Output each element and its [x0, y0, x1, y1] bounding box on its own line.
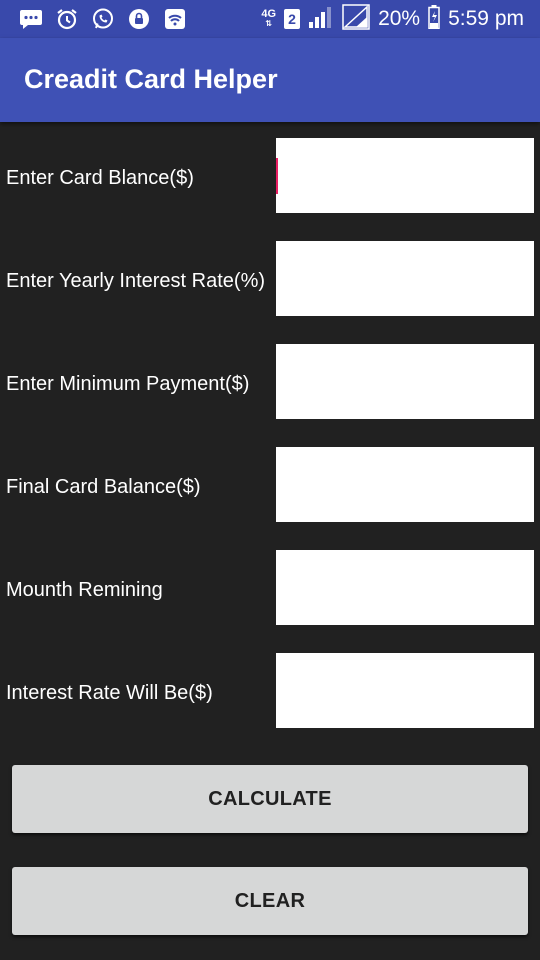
battery-icon — [428, 4, 440, 34]
interest-rate-label: Enter Yearly Interest Rate(%) — [6, 270, 266, 292]
interest-rate-input[interactable] — [276, 241, 534, 316]
app-title: Creadit Card Helper — [24, 64, 278, 94]
whatsapp-icon — [90, 6, 116, 32]
signal-icon — [308, 5, 334, 34]
status-bar: 4G ⇅ 2 20% 5:59 pm — [0, 0, 540, 38]
months-remaining-input[interactable] — [276, 550, 534, 625]
calculate-button[interactable]: CALCULATE — [12, 765, 528, 833]
sim-icon: 2 — [284, 9, 301, 29]
final-balance-label: Final Card Balance($) — [6, 476, 201, 498]
minimum-payment-input[interactable] — [276, 344, 534, 419]
interest-total-input[interactable] — [276, 653, 534, 728]
final-balance-input[interactable] — [276, 447, 534, 522]
alarm-icon — [54, 6, 80, 32]
battery-percent: 20% — [378, 7, 421, 30]
message-icon — [18, 6, 44, 32]
network-type: 4G ⇅ — [261, 8, 277, 29]
app-bar: Creadit Card Helper — [0, 38, 540, 122]
interest-total-label: Interest Rate Will Be($) — [6, 682, 213, 704]
signal-empty-icon — [342, 3, 370, 35]
clear-button[interactable]: CLEAR — [12, 867, 528, 935]
minimum-payment-label: Enter Minimum Payment($) — [6, 373, 250, 395]
card-balance-input[interactable] — [276, 138, 534, 213]
months-remaining-label: Mounth Remining — [6, 579, 163, 601]
clock: 5:59 pm — [448, 7, 524, 30]
lock-icon — [126, 6, 152, 32]
card-balance-label: Enter Card Blance($) — [6, 167, 194, 189]
wifi-icon — [162, 6, 188, 32]
text-cursor — [276, 158, 278, 194]
